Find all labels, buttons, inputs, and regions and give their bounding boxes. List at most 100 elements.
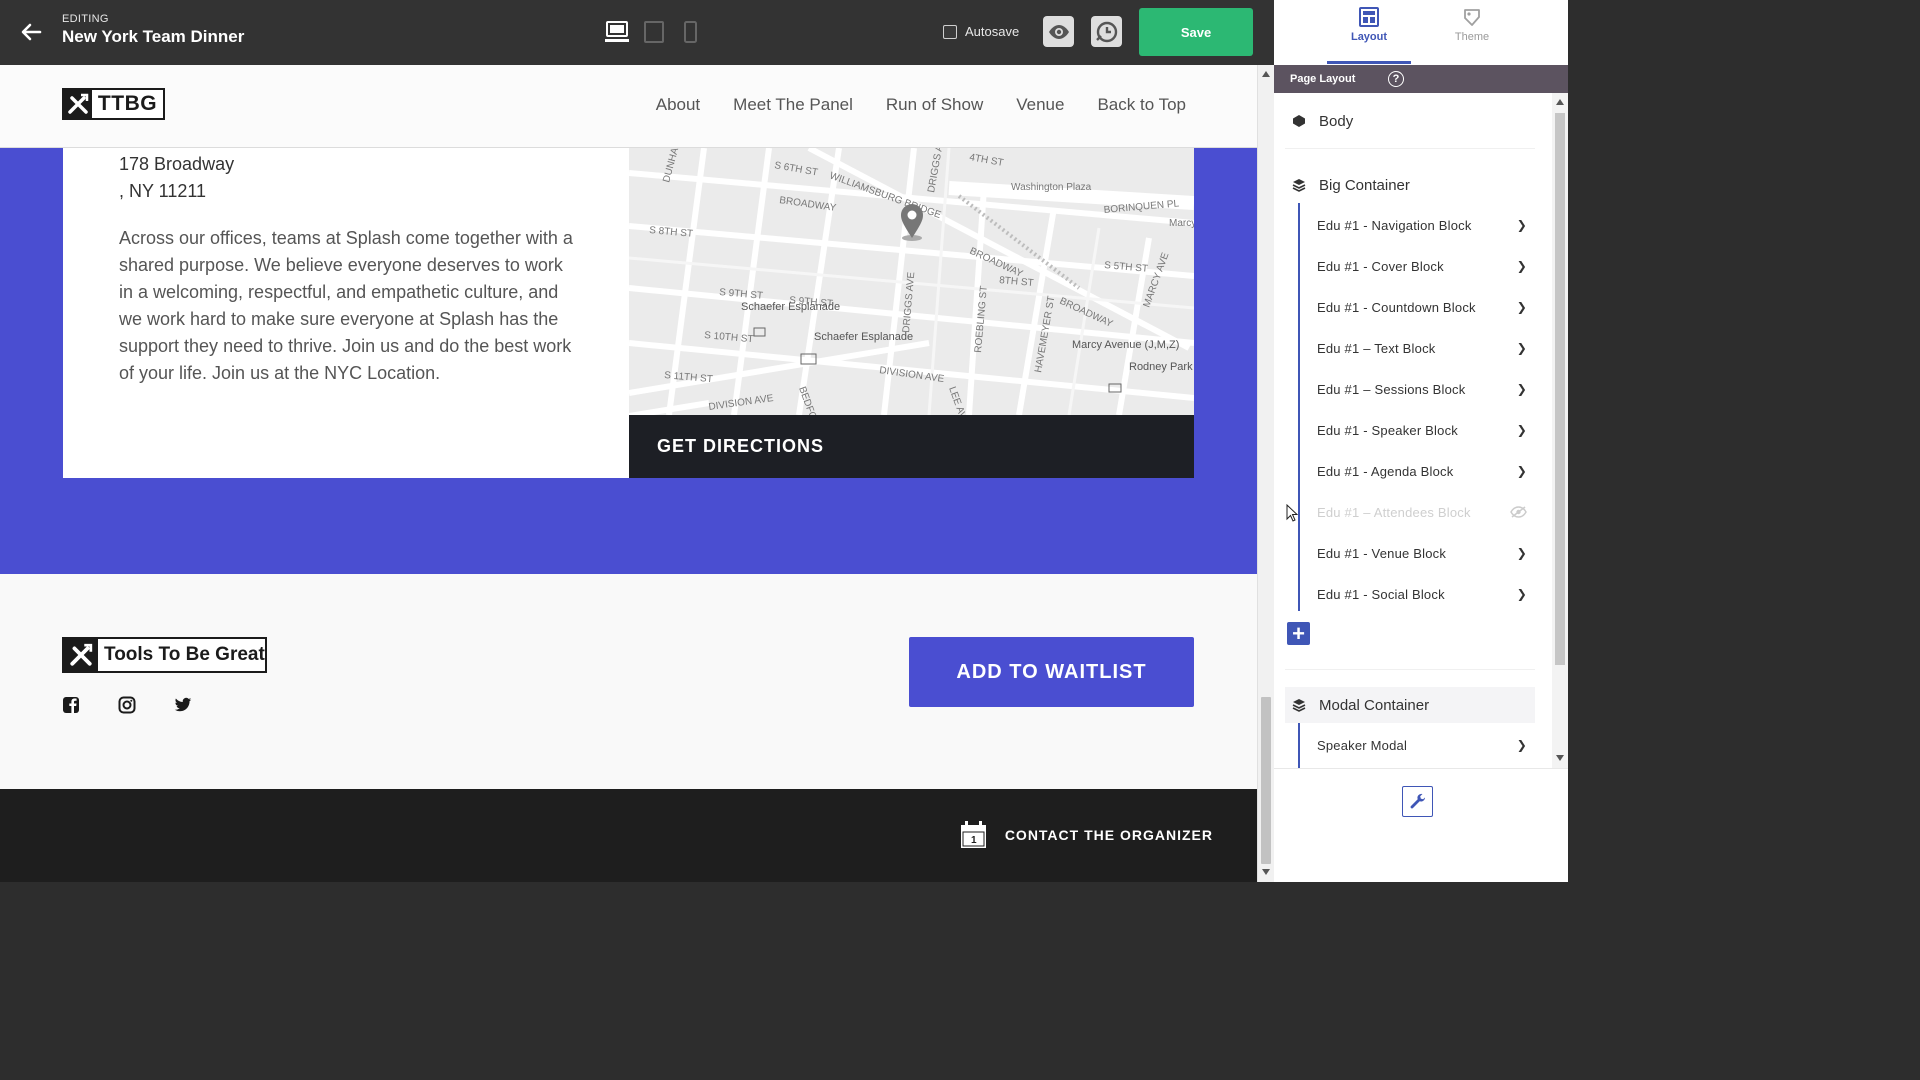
tree-item-label: Edu #1 - Venue Block [1317, 545, 1447, 561]
tree-item-label: Edu #1 – Sessions Block [1317, 381, 1466, 397]
mobile-view-icon[interactable] [683, 21, 698, 43]
panel-footer [1274, 768, 1568, 882]
nav-link-run-of-show[interactable]: Run of Show [886, 95, 983, 115]
tree-item-countdown-block[interactable]: Edu #1 - Countdown Block ❯ [1317, 295, 1527, 319]
map-label: Schaefer Esplanade [814, 331, 913, 343]
back-arrow-icon[interactable] [18, 20, 44, 44]
map-label: Schaefer Esplanade [741, 301, 840, 313]
facebook-icon[interactable] [62, 696, 80, 714]
tree-item-text-block[interactable]: Edu #1 – Text Block ❯ [1317, 336, 1527, 360]
eye-slash-icon[interactable] [1510, 506, 1527, 518]
tree-item-cover-block[interactable]: Edu #1 - Cover Block ❯ [1317, 254, 1527, 278]
tree-section-big-container-label: Big Container [1319, 176, 1410, 194]
editing-label: EDITING [62, 13, 109, 25]
venue-address: 178 Broadway , NY 11211 [119, 151, 234, 205]
nav-link-back-to-top[interactable]: Back to Top [1097, 95, 1186, 115]
organizer-bar: 1 CONTACT THE ORGANIZER [0, 789, 1257, 882]
help-icon[interactable]: ? [1388, 71, 1404, 87]
panel-scrollbar[interactable] [1552, 93, 1568, 768]
layers-icon [1292, 179, 1306, 192]
mouse-cursor-icon [1286, 504, 1298, 522]
tree-item-label: Edu #1 - Countdown Block [1317, 299, 1476, 315]
tree-item-attendees-block[interactable]: Edu #1 – Attendees Block [1317, 500, 1527, 524]
site-footer: Tools To Be Great ADD TO WAITLIST [0, 574, 1257, 789]
contact-organizer-link[interactable]: 1 CONTACT THE ORGANIZER [960, 821, 1213, 849]
preview-button[interactable] [1043, 16, 1074, 47]
panel-scrollbar-thumb[interactable] [1555, 113, 1565, 665]
tree-item-venue-block[interactable]: Edu #1 - Venue Block ❯ [1317, 541, 1527, 565]
tab-theme-label: Theme [1454, 31, 1490, 43]
nav-link-venue[interactable]: Venue [1016, 95, 1064, 115]
site-navigation: TTBG About Meet The Panel Run of Show Ve… [0, 65, 1257, 148]
tab-layout[interactable]: Layout [1327, 0, 1411, 64]
add-to-waitlist-button[interactable]: ADD TO WAITLIST [909, 637, 1194, 707]
chevron-right-icon: ❯ [1516, 218, 1527, 232]
tablet-view-icon[interactable] [644, 21, 664, 43]
map-label: Marcy Avenue (J,M,Z) [1072, 339, 1179, 351]
tree-section-body[interactable]: Body [1285, 103, 1535, 139]
tree-item-label: Edu #1 – Text Block [1317, 340, 1436, 356]
instagram-icon[interactable] [118, 696, 136, 714]
venue-block: 178 Broadway , NY 11211 Across our offic… [63, 148, 1194, 478]
tree-section-big-container[interactable]: Big Container [1285, 167, 1535, 203]
history-icon [1095, 21, 1117, 42]
scroll-down-icon[interactable] [1262, 869, 1270, 875]
venue-description: Across our offices, teams at Splash come… [119, 228, 573, 383]
tree-item-label: Edu #1 - Social Block [1317, 586, 1445, 602]
tree-item-speaker-block[interactable]: Edu #1 - Speaker Block ❯ [1317, 418, 1527, 442]
editor-topbar: EDITING New York Team Dinner Autosave Sa… [0, 0, 1274, 65]
tree-item-speaker-modal[interactable]: Speaker Modal ❯ [1317, 733, 1527, 757]
tree-item-agenda-block[interactable]: Edu #1 - Agenda Block ❯ [1317, 459, 1527, 483]
tab-theme[interactable]: Theme [1430, 0, 1514, 64]
twitter-icon[interactable] [174, 696, 192, 714]
nav-link-about[interactable]: About [656, 95, 700, 115]
layout-tree: Body Big Container Edu #1 - Navigation B… [1274, 93, 1551, 768]
desktop-view-icon[interactable] [605, 21, 629, 43]
autosave-checkbox[interactable] [943, 24, 957, 39]
autosave-toggle[interactable]: Autosave [943, 24, 1019, 39]
venue-map[interactable]: WILLIAMSBURG BRIDGE BROADWAY BROADWAY BR… [629, 148, 1194, 415]
tree-item-label: Edu #1 – Attendees Block [1317, 504, 1471, 520]
footer-logo[interactable]: Tools To Be Great [62, 637, 267, 673]
map-label: Marcy Nor [1169, 218, 1194, 229]
canvas-scrollbar-thumb[interactable] [1261, 697, 1271, 864]
tree-item-social-block[interactable]: Edu #1 - Social Block ❯ [1317, 582, 1527, 606]
save-button[interactable]: Save [1139, 8, 1253, 56]
get-directions-button[interactable]: GET DIRECTIONS [629, 415, 1194, 478]
layout-panel: Layout Theme Page Layout ? Body Big Cont… [1274, 0, 1568, 882]
add-block-button[interactable]: + [1287, 621, 1310, 646]
scroll-up-icon[interactable] [1556, 99, 1564, 105]
tree-guide-line [1298, 723, 1300, 768]
tools-logo-icon [64, 639, 98, 671]
event-title: New York Team Dinner [62, 27, 245, 46]
wrench-icon [1410, 793, 1425, 808]
settings-button[interactable] [1402, 786, 1433, 817]
theme-icon [1464, 9, 1480, 26]
canvas-scrollbar[interactable] [1257, 65, 1274, 882]
tree-item-sessions-block[interactable]: Edu #1 – Sessions Block ❯ [1317, 377, 1527, 401]
layout-icon [1359, 7, 1379, 27]
map-label: Washington Plaza [1011, 182, 1092, 193]
history-button[interactable] [1091, 16, 1122, 47]
eye-icon [1048, 24, 1069, 39]
body-icon [1293, 115, 1305, 127]
chevron-right-icon: ❯ [1516, 423, 1527, 437]
map-label: Rodney Park South [1129, 361, 1194, 373]
chevron-right-icon: ❯ [1516, 300, 1527, 314]
tree-section-modal-container[interactable]: Modal Container [1285, 687, 1535, 723]
tree-section-modal-container-label: Modal Container [1319, 696, 1430, 714]
site-logo-text: TTBG [92, 90, 163, 118]
tree-item-label: Edu #1 - Navigation Block [1317, 217, 1472, 233]
scroll-up-icon[interactable] [1262, 71, 1270, 77]
chevron-right-icon: ❯ [1516, 341, 1527, 355]
chevron-right-icon: ❯ [1516, 738, 1527, 752]
chevron-right-icon: ❯ [1516, 464, 1527, 478]
nav-link-meet-the-panel[interactable]: Meet The Panel [733, 95, 853, 115]
chevron-right-icon: ❯ [1516, 546, 1527, 560]
site-logo[interactable]: TTBG [62, 88, 165, 120]
layers-icon [1292, 699, 1306, 712]
scroll-down-icon[interactable] [1556, 755, 1564, 761]
tree-item-label: Edu #1 - Cover Block [1317, 258, 1444, 274]
page-layout-title: Page Layout [1290, 73, 1356, 85]
tree-item-navigation-block[interactable]: Edu #1 - Navigation Block ❯ [1317, 213, 1527, 237]
